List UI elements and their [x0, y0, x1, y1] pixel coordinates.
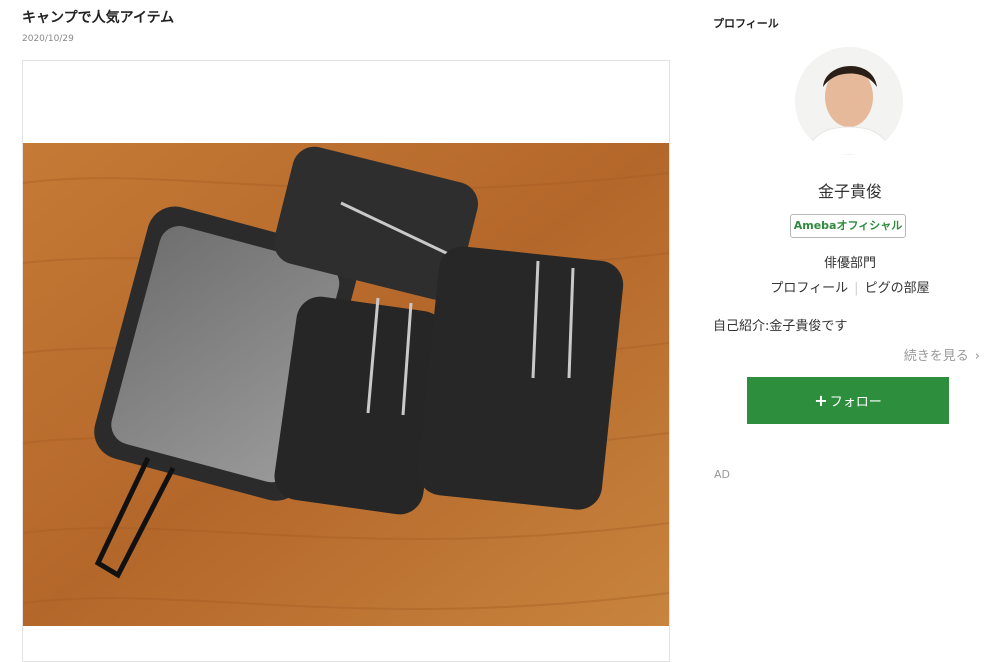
profile-name[interactable]: 金子貴俊: [705, 178, 995, 202]
article-photo: [23, 143, 669, 626]
profile-links: プロフィール | ピグの部屋: [705, 277, 995, 296]
follow-button[interactable]: + フォロー: [747, 377, 949, 424]
profile-intro: 自己紹介:金子貴俊です: [713, 319, 848, 334]
pig-room-link[interactable]: ピグの部屋: [865, 281, 930, 296]
article-date: 2020/10/29: [22, 34, 74, 44]
ad-label: AD: [714, 468, 730, 481]
article-body: [22, 60, 670, 662]
profile-heading: プロフィール: [713, 17, 779, 30]
read-more-label: 続きを見る: [903, 349, 969, 364]
article-title[interactable]: キャンプで人気アイテム: [22, 7, 174, 27]
profile-category[interactable]: 俳優部門: [705, 252, 995, 271]
follow-label: フォロー: [829, 395, 882, 410]
profile-link[interactable]: プロフィール: [770, 281, 848, 296]
read-more-link[interactable]: 続きを見る ›: [904, 345, 980, 364]
link-separator: |: [854, 281, 859, 296]
official-badge: Amebaオフィシャル: [790, 214, 906, 238]
plus-icon: +: [814, 391, 828, 410]
profile-avatar[interactable]: [795, 47, 903, 155]
chevron-right-icon: ›: [974, 349, 980, 364]
